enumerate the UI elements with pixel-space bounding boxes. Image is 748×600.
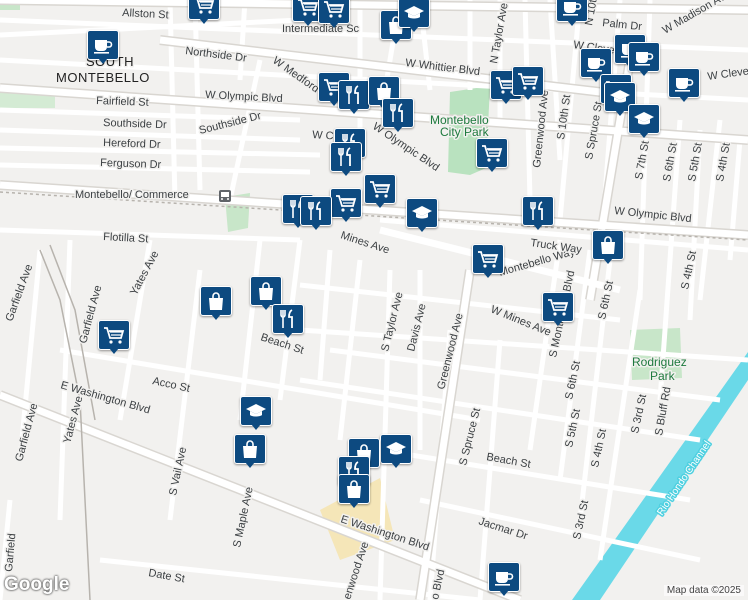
school-icon <box>398 0 430 28</box>
bag-icon <box>200 286 232 316</box>
school-marker[interactable] <box>406 198 438 232</box>
school-marker[interactable] <box>398 0 430 32</box>
cart-marker[interactable] <box>330 188 362 222</box>
cart-marker[interactable] <box>364 174 396 208</box>
cart-icon <box>318 0 350 24</box>
school-icon <box>380 434 412 464</box>
school-icon <box>240 396 272 426</box>
cart-icon <box>472 244 504 274</box>
school-icon <box>628 104 660 134</box>
map-canvas[interactable]: Allston St Northside Dr SOUTH MONTEBELLO… <box>0 0 748 600</box>
restaurant-marker[interactable] <box>300 196 332 230</box>
restaurant-marker[interactable] <box>382 98 414 132</box>
park-label: Rodriguez <box>632 355 687 369</box>
coffee-marker[interactable] <box>668 68 700 102</box>
bag-icon <box>592 230 624 260</box>
cart-icon <box>330 188 362 218</box>
cart-marker[interactable] <box>98 320 130 354</box>
restaurant-icon <box>330 142 362 172</box>
restaurant-icon <box>382 98 414 128</box>
cart-marker[interactable] <box>472 244 504 278</box>
street-label: Allston St <box>122 7 169 21</box>
train-station-icon[interactable] <box>219 190 231 202</box>
bag-marker[interactable] <box>592 230 624 264</box>
coffee-icon <box>556 0 588 22</box>
cart-marker[interactable] <box>542 292 574 326</box>
school-icon <box>406 198 438 228</box>
area-label: MONTEBELLO <box>56 70 150 85</box>
coffee-marker[interactable] <box>488 562 520 596</box>
coffee-icon <box>628 42 660 72</box>
restaurant-marker[interactable] <box>522 196 554 230</box>
school-marker[interactable] <box>628 104 660 138</box>
bag-marker[interactable] <box>338 474 370 508</box>
bag-icon <box>250 276 282 306</box>
coffee-icon <box>488 562 520 592</box>
restaurant-marker[interactable] <box>330 142 362 176</box>
cart-marker[interactable] <box>188 0 220 24</box>
street-label: Southside Dr <box>103 117 167 131</box>
restaurant-icon <box>300 196 332 226</box>
cart-icon <box>98 320 130 350</box>
cart-marker[interactable] <box>512 66 544 100</box>
street-label: Hereford Dr <box>103 137 161 151</box>
park-label: Park <box>650 369 676 383</box>
transit-label: Montebello/ Commerce <box>75 189 189 201</box>
restaurant-marker[interactable] <box>338 80 370 114</box>
school-marker[interactable] <box>240 396 272 430</box>
bag-icon <box>234 434 266 464</box>
cart-marker[interactable] <box>318 0 350 28</box>
cart-icon <box>476 138 508 168</box>
park-label: City Park <box>440 125 490 139</box>
cart-marker[interactable] <box>476 138 508 172</box>
restaurant-icon <box>272 304 304 334</box>
bag-marker[interactable] <box>234 434 266 468</box>
street-label: Ferguson Dr <box>100 157 162 171</box>
street-label: Flotilla St <box>103 231 149 245</box>
street-label: Fairfield St <box>96 95 149 109</box>
school-marker[interactable] <box>380 434 412 468</box>
coffee-icon <box>87 30 119 60</box>
map-attribution[interactable]: Map data ©2025 <box>663 585 744 596</box>
cart-icon <box>188 0 220 20</box>
restaurant-icon <box>522 196 554 226</box>
restaurant-marker[interactable] <box>272 304 304 338</box>
bag-marker[interactable] <box>200 286 232 320</box>
coffee-marker[interactable] <box>556 0 588 26</box>
restaurant-icon <box>338 80 370 110</box>
cart-icon <box>364 174 396 204</box>
coffee-icon <box>668 68 700 98</box>
bag-icon <box>338 474 370 504</box>
coffee-marker[interactable] <box>87 30 119 64</box>
cart-icon <box>512 66 544 96</box>
cart-icon <box>542 292 574 322</box>
google-logo[interactable]: Google <box>4 574 69 596</box>
coffee-marker[interactable] <box>628 42 660 76</box>
